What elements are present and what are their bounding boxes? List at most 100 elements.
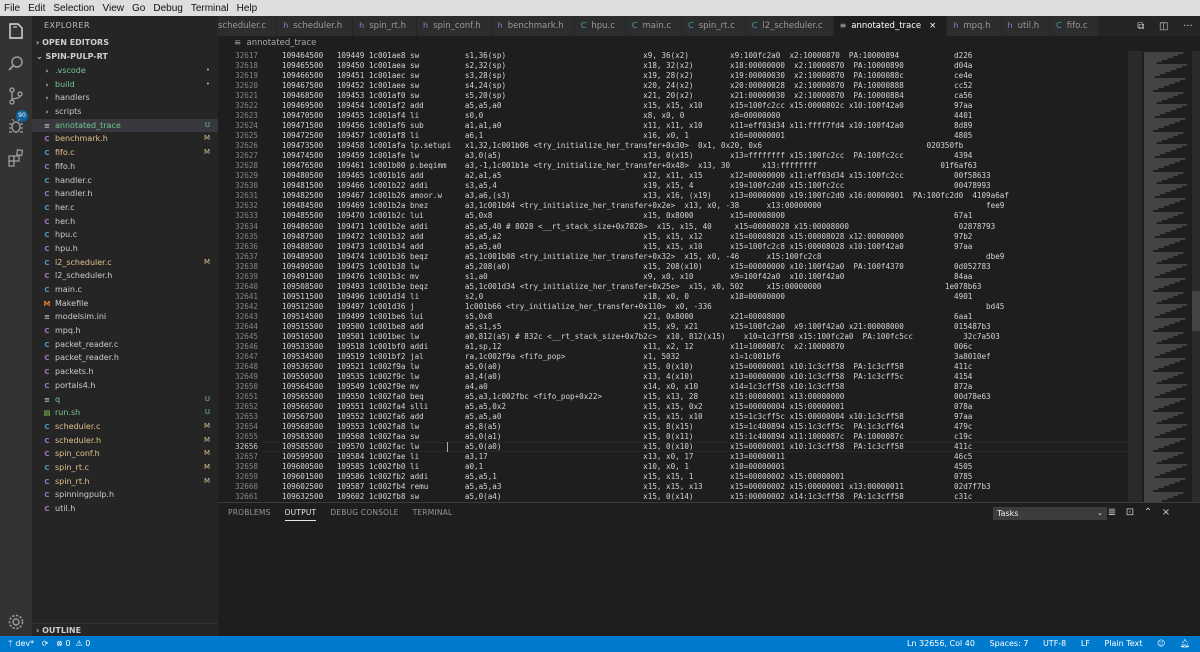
search-icon[interactable] <box>6 54 26 74</box>
file-tree-item[interactable]: › handlers <box>32 91 218 105</box>
code-line[interactable]: 109534500 109519 1c001bf2 jal ra,1c002f9… <box>282 352 1128 361</box>
code-line[interactable]: 109583500 109568 1c002faa sw a5,0(a1) x1… <box>282 432 1128 441</box>
file-tree-item[interactable]: Chpu.c <box>32 228 218 242</box>
editor-tab[interactable]: Cmain.c <box>625 16 683 36</box>
file-tree-item[interactable]: Cspin_rt.c M <box>32 461 218 475</box>
code-line[interactable]: 109468500 109453 1c001af0 sw s5,20(sp) x… <box>282 91 1128 100</box>
code-line[interactable]: 109486500 109471 1c001b2e addi a5,a5,40 … <box>282 222 1128 231</box>
output-channel-select[interactable]: Tasks ⌄ <box>993 507 1107 520</box>
menu-terminal[interactable]: Terminal <box>191 3 229 14</box>
source-control-icon[interactable] <box>6 86 26 106</box>
file-tree-item[interactable]: Cl2_scheduler.h <box>32 269 218 283</box>
close-icon[interactable]: × <box>929 21 936 31</box>
compare-icon[interactable]: ⧉ <box>1137 21 1144 32</box>
cursor-position[interactable]: Ln 32656, Col 40 <box>907 639 975 648</box>
file-tree-item[interactable]: ≡ q U <box>32 393 218 407</box>
file-tree-item[interactable]: › .vscode • <box>32 64 218 78</box>
code-line[interactable]: 109466500 109451 1c001aec sw s3,28(sp) x… <box>282 71 1128 80</box>
panel-tab-terminal[interactable]: TERMINAL <box>413 508 453 521</box>
editor-tab[interactable]: Chpu.c <box>574 16 626 36</box>
outline-section[interactable]: › OUTLINE <box>32 623 218 636</box>
file-tree-item[interactable]: Cpacket_reader.c <box>32 338 218 352</box>
file-tree-item[interactable]: Cher.c <box>32 201 218 215</box>
debug-icon[interactable] <box>6 116 26 136</box>
code-line[interactable]: 109567500 109552 1c002fa6 add a5,a5,a0 x… <box>282 412 1128 421</box>
sync-icon[interactable]: ⟳ <box>37 639 54 648</box>
menu-file[interactable]: File <box>4 3 20 14</box>
editor-tab[interactable]: h spin_rt.h <box>353 16 417 36</box>
code-line[interactable]: 109482500 109467 1c001b26 amoor.w a3,a6,… <box>282 191 1128 200</box>
code-line[interactable]: 109472500 109457 1c001af8 li a6,1 x16, x… <box>282 131 1128 140</box>
code-line[interactable]: 109487500 109472 1c001b32 add a5,a5,a2 x… <box>282 232 1128 241</box>
file-tree-item[interactable]: ≡ modelsim.ini <box>32 310 218 324</box>
editor-tab[interactable]: Cscheduler.c <box>218 16 278 36</box>
code-line[interactable]: 109602500 109587 1c002fb4 remu a5,a5,a3 … <box>282 482 1128 491</box>
code-line[interactable]: 109550500 109535 1c002f9c lw a3,4(a0) x1… <box>282 372 1128 381</box>
editor-tab[interactable]: Cl2_scheduler.c <box>745 16 834 36</box>
file-tree-item[interactable]: Cscheduler.h M <box>32 434 218 448</box>
code-line[interactable]: 109481500 109466 1c001b22 addi s3,a5,4 x… <box>282 181 1128 190</box>
editor-tab[interactable]: Cspin_rt.c <box>682 16 746 36</box>
editor-tab[interactable]: ≡ annotated_trace × <box>833 16 948 36</box>
file-tree-item[interactable]: M Makefile <box>32 297 218 311</box>
code-line[interactable]: 109490500 109475 1c001b38 lw a5,208(a0) … <box>282 262 1128 271</box>
file-tree-item[interactable]: ▤ run.sh U <box>32 406 218 420</box>
editor-tab[interactable]: h util.h <box>1001 16 1051 36</box>
file-tree-item[interactable]: › build • <box>32 78 218 92</box>
file-tree-item[interactable]: Cmpq.h <box>32 324 218 338</box>
file-tree-item[interactable]: Cl2_scheduler.c M <box>32 256 218 270</box>
code-line[interactable]: 109585500 109570 1c002fac lw a5,0(a0) x1… <box>282 442 1128 451</box>
encoding[interactable]: UTF-8 <box>1043 639 1066 648</box>
code-line[interactable]: 109515500 109500 1c001be8 add a5,s1,s5 x… <box>282 322 1128 331</box>
menu-edit[interactable]: Edit <box>28 3 45 14</box>
feedback-icon[interactable]: ☺ <box>1157 639 1165 648</box>
list-filter-icon[interactable]: ≣ <box>1103 507 1121 518</box>
more-actions-icon[interactable]: ··· <box>1183 21 1193 32</box>
file-tree-item[interactable]: Cfifo.h <box>32 160 218 174</box>
editor-tab[interactable]: h mpq.h <box>947 16 1002 36</box>
code-line[interactable]: 109536500 109521 1c002f9a lw a5,0(a0) x1… <box>282 362 1128 371</box>
code-line[interactable]: 109508500 109493 1c001b3e beqz a5,1c001d… <box>282 282 1128 291</box>
code-line[interactable]: 109600500 109585 1c002fb0 li a0,1 x10, x… <box>282 462 1128 471</box>
code-line[interactable]: 109599500 109584 1c002fae li a3,17 x13, … <box>282 452 1128 461</box>
code-line[interactable]: 109488500 109473 1c001b34 add a5,a5,a0 x… <box>282 242 1128 251</box>
code-line[interactable]: 109465500 109450 1c001aea sw s2,32(sp) x… <box>282 61 1128 70</box>
file-tree-item[interactable]: Cspin_rt.h M <box>32 475 218 489</box>
split-editor-icon[interactable]: ◫ <box>1159 21 1168 32</box>
code-line[interactable]: 109484500 109469 1c001b2a bnez a3,1c001b… <box>282 201 1128 210</box>
editor-tab[interactable]: h spin_conf.h <box>417 16 492 36</box>
code-line[interactable]: 109467500 109452 1c001aee sw s4,24(sp) x… <box>282 81 1128 90</box>
language-mode[interactable]: Plain Text <box>1104 639 1142 648</box>
code-line[interactable]: 109512500 109497 1c001d36 j 1c001b66 <tr… <box>282 302 1128 311</box>
minimap[interactable] <box>1128 51 1200 502</box>
code-line[interactable]: 109489500 109474 1c001b36 beqz a5,1c001b… <box>282 252 1128 261</box>
code-line[interactable]: 109516500 109501 1c001bec lw a0,812(a5) … <box>282 332 1128 341</box>
workspace-root[interactable]: ⌄ SPIN-PULP-RT <box>32 50 218 64</box>
menu-go[interactable]: Go <box>132 3 145 14</box>
code-line[interactable]: 109511500 109496 1c001d34 li s2,0 x18, x… <box>282 292 1128 301</box>
maximize-panel-icon[interactable]: ⌃ <box>1139 507 1157 518</box>
open-editors-section[interactable]: › OPEN EDITORS <box>32 36 218 50</box>
file-tree-item[interactable]: Cpacket_reader.h <box>32 351 218 365</box>
code-line[interactable]: 109485500 109470 1c001b2c lui a5,0x8 x15… <box>282 211 1128 220</box>
code-line[interactable]: 109469500 109454 1c001af2 add a5,a5,a0 x… <box>282 101 1128 110</box>
file-tree-item[interactable]: › scripts <box>32 105 218 119</box>
code-line[interactable]: 109474500 109459 1c001afe lw a3,0(a5) x1… <box>282 151 1128 160</box>
code-line[interactable]: 109471500 109456 1c001af6 sub a1,a1,a0 x… <box>282 121 1128 130</box>
code-line[interactable]: 109632500 109602 1c002fb8 sw a5,0(a4) x1… <box>282 492 1128 501</box>
code-line[interactable]: 109533500 109518 1c001bf0 addi a1,sp,12 … <box>282 342 1128 351</box>
code-line[interactable]: 109514500 109499 1c001be6 lui s5,0x8 x21… <box>282 312 1128 321</box>
editor-tab[interactable]: Cfifo.c <box>1050 16 1099 36</box>
code-line[interactable]: 109601500 109586 1c002fb2 addi a5,a5,1 x… <box>282 472 1128 481</box>
file-tree-item[interactable]: Cportals4.h <box>32 379 218 393</box>
file-tree-item[interactable]: Cpackets.h <box>32 365 218 379</box>
panel-tab-problems[interactable]: PROBLEMS <box>228 508 271 521</box>
menu-help[interactable]: Help <box>237 3 258 14</box>
file-tree-item[interactable]: Cher.h <box>32 215 218 229</box>
code-line[interactable]: 109564500 109549 1c002f9e mv a4,a0 x14, … <box>282 382 1128 391</box>
code-line[interactable]: 109568500 109553 1c002fa8 lw a5,8(a5) x1… <box>282 422 1128 431</box>
code-line[interactable]: 109473500 109458 1c001afa lp.setupi x1,3… <box>282 141 1128 150</box>
branch-name[interactable]: dev* <box>15 639 34 648</box>
menu-view[interactable]: View <box>103 3 125 14</box>
file-tree-item[interactable]: Chandler.c <box>32 174 218 188</box>
